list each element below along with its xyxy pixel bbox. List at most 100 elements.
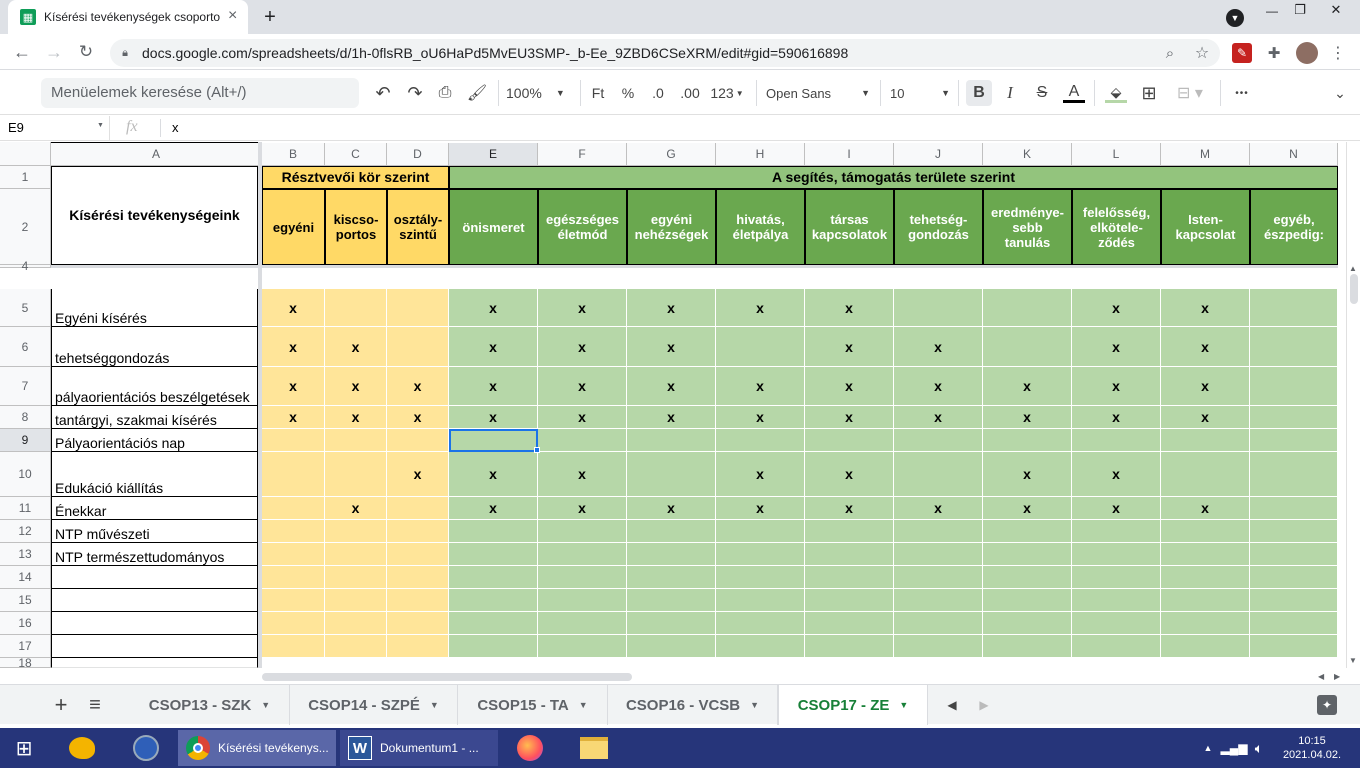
forward-arrow-icon[interactable]: → [44,42,64,62]
lock-icon[interactable]: 🔒︎ [118,45,132,61]
zoom-lens-icon[interactable]: ⌕ [1160,43,1180,63]
cell-l17[interactable] [1072,635,1161,658]
cell-i17[interactable] [805,635,894,658]
cell-k9[interactable] [983,429,1072,452]
cell-d13[interactable] [387,543,449,566]
cell-l5[interactable]: x [1072,289,1161,327]
column-header-j[interactable]: J [894,142,983,166]
activity-label-row-11[interactable]: Énekkar [51,497,258,520]
cell-c12[interactable] [325,520,387,543]
column-header-d[interactable]: D [387,142,449,166]
cell-f8[interactable]: x [538,406,627,429]
cell-k13[interactable] [983,543,1072,566]
name-box[interactable]: E9 ▼ [0,116,110,140]
cell-h15[interactable] [716,589,805,612]
cell-e15[interactable] [449,589,538,612]
new-tab-button[interactable]: + [260,6,280,28]
text-color-button[interactable]: A [1062,82,1086,104]
network-icon[interactable]: ▂▄▆ [1221,730,1248,766]
column-header-h[interactable]: H [716,142,805,166]
column-header-i[interactable]: I [805,142,894,166]
cell-c11[interactable]: x [325,497,387,520]
cell-kundefined[interactable] [983,142,1072,143]
cell-e12[interactable] [449,520,538,543]
cell-j15[interactable] [894,589,983,612]
italic-button[interactable]: I [1000,82,1020,104]
row-header-10[interactable]: 10 [0,452,51,497]
cell-g10[interactable] [627,452,716,497]
column-header-a[interactable]: A [51,142,262,166]
cell-b16[interactable] [262,612,325,635]
cell-j11[interactable]: x [894,497,983,520]
cell-e10[interactable]: x [449,452,538,497]
cell-b12[interactable] [262,520,325,543]
start-button[interactable]: ⊞ [10,730,38,766]
taskbar-word-window[interactable]: W Dokumentum1 - ... [340,730,498,766]
cell-gundefined[interactable] [627,142,716,143]
cell-l9[interactable] [1072,429,1161,452]
cell-j5[interactable] [894,289,983,327]
activity-label-row-7[interactable]: pályaorientációs beszélgetések [51,367,258,406]
activity-label-row-16[interactable] [51,612,258,635]
cell-l7[interactable]: x [1072,367,1161,406]
cell-m18[interactable] [1161,658,1250,668]
cell-f7[interactable]: x [538,367,627,406]
cell-b15[interactable] [262,589,325,612]
cell-h10[interactable]: x [716,452,805,497]
cell-e17[interactable] [449,635,538,658]
cell-c6[interactable]: x [325,327,387,367]
sheet-tab-15[interactable]: CSOP15 - TA ▼ [458,685,608,725]
cell-i11[interactable]: x [805,497,894,520]
reload-icon[interactable]: ↻ [76,42,96,62]
cell-c10[interactable] [325,452,387,497]
window-close-button[interactable]: ✕ [1326,2,1346,18]
cell-i18[interactable] [805,658,894,668]
row-header-18[interactable]: 18 [0,656,51,668]
firefox-app-icon[interactable] [512,730,548,766]
scroll-tabs-right-icon[interactable]: ▶ [972,685,996,725]
cell-e18[interactable] [449,658,538,668]
row-header-15[interactable]: 15 [0,589,51,612]
cell-n7[interactable] [1250,367,1338,406]
cell-f6[interactable]: x [538,327,627,367]
number-format-select[interactable]: 123 ▼ [708,82,746,104]
cell-g15[interactable] [627,589,716,612]
row-header-14[interactable]: 14 [0,566,51,589]
cell-h6[interactable] [716,327,805,367]
scroll-tabs-left-icon[interactable]: ◀ [940,685,964,725]
cell-b17[interactable] [262,635,325,658]
cell-eundefined[interactable] [449,142,538,143]
cell-c15[interactable] [325,589,387,612]
cell-j12[interactable] [894,520,983,543]
cell-d17[interactable] [387,635,449,658]
browser-menu-icon[interactable]: ⋮ [1328,43,1348,63]
cell-m7[interactable]: x [1161,367,1250,406]
cell-g9[interactable] [627,429,716,452]
cell-n10[interactable] [1250,452,1338,497]
undo-icon[interactable]: ↶ [372,82,394,104]
formula-input[interactable]: x [172,120,179,135]
cell-d12[interactable] [387,520,449,543]
cell-k14[interactable] [983,566,1072,589]
cell-mundefined[interactable] [1161,142,1250,143]
cell-c17[interactable] [325,635,387,658]
cell-k5[interactable] [983,289,1072,327]
cell-i7[interactable]: x [805,367,894,406]
decrease-decimal-button[interactable]: .0 [648,82,668,104]
horizontal-scrollbar[interactable]: ◀ ▶ [262,670,1346,684]
cell-i13[interactable] [805,543,894,566]
column-header-m[interactable]: M [1161,142,1250,166]
bold-button[interactable]: B [966,80,992,106]
cell-l13[interactable] [1072,543,1161,566]
cell-e8[interactable]: x [449,406,538,429]
cell-i9[interactable] [805,429,894,452]
increase-decimal-button[interactable]: .00 [678,82,702,104]
cell-f10[interactable]: x [538,452,627,497]
minimize-button[interactable]: — [1262,4,1282,18]
cell-i6[interactable]: x [805,327,894,367]
cell-j16[interactable] [894,612,983,635]
cell-h8[interactable]: x [716,406,805,429]
cell-g17[interactable] [627,635,716,658]
cell-k17[interactable] [983,635,1072,658]
cell-lundefined[interactable] [1072,142,1161,143]
